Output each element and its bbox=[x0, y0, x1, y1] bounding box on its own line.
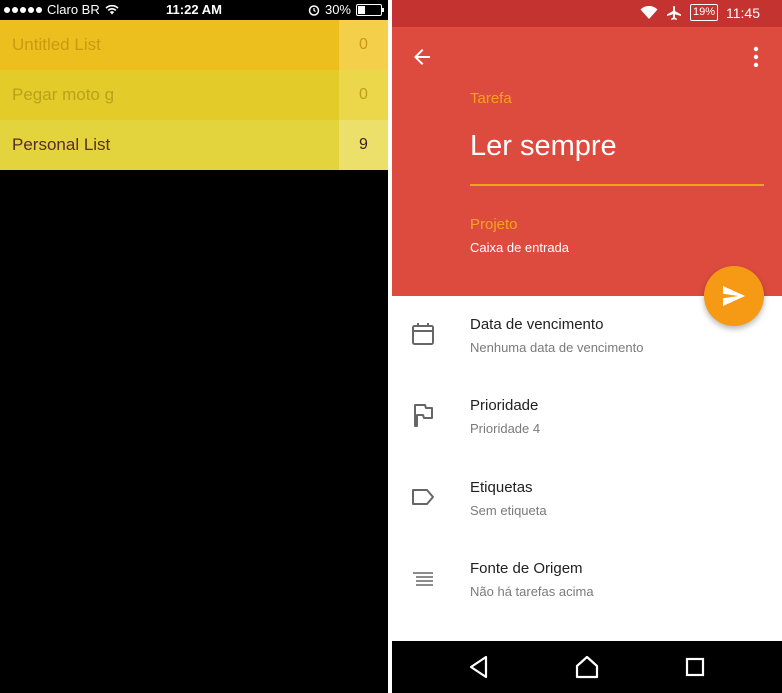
nav-recents-icon[interactable] bbox=[682, 654, 708, 680]
airplane-icon bbox=[666, 5, 681, 20]
item-subtitle: Prioridade 4 bbox=[470, 421, 541, 436]
battery-percent: 30% bbox=[324, 2, 351, 17]
item-subtitle: Não há tarefas acima bbox=[470, 584, 594, 599]
due-date-item[interactable]: Data de vencimento Nenhuma data de venci… bbox=[392, 305, 782, 386]
task-field-label: Tarefa bbox=[470, 90, 512, 107]
label-icon bbox=[412, 489, 434, 505]
back-arrow-icon[interactable] bbox=[410, 45, 434, 69]
indent-lines-icon bbox=[413, 572, 433, 586]
labels-item[interactable]: Etiquetas Sem etiqueta bbox=[392, 468, 782, 549]
list-name: Personal List bbox=[12, 135, 111, 154]
list-name: Pegar moto g bbox=[12, 85, 115, 104]
item-title: Fonte de Origem bbox=[470, 560, 583, 577]
project-field-label: Projeto bbox=[470, 216, 518, 233]
android-clock: 11:45 bbox=[726, 4, 760, 21]
task-header: Tarefa Ler sempre Projeto Caixa de entra… bbox=[392, 27, 782, 296]
list-item[interactable]: Untitled List 0 bbox=[0, 20, 388, 70]
task-title-input[interactable]: Ler sempre bbox=[470, 130, 617, 163]
list-count: 0 bbox=[339, 70, 388, 120]
list-name: Untitled List bbox=[12, 35, 101, 54]
list-item[interactable]: Pegar moto g 0 bbox=[0, 70, 388, 120]
lists-list: Untitled List 0 Pegar moto g 0 Personal … bbox=[0, 20, 388, 170]
ios-status-bar: Claro BR 11:22 AM 30% bbox=[0, 0, 388, 20]
nav-back-icon[interactable] bbox=[466, 654, 492, 680]
battery-icon bbox=[356, 3, 384, 16]
wifi-icon bbox=[640, 5, 658, 19]
android-nav-bar bbox=[392, 641, 782, 693]
calendar-icon bbox=[412, 323, 434, 345]
parent-task-item[interactable]: Fonte de Origem Não há tarefas acima bbox=[392, 549, 782, 630]
android-status-bar: 19% 11:45 bbox=[392, 0, 782, 27]
send-icon bbox=[723, 286, 745, 306]
list-item[interactable]: Personal List 9 bbox=[0, 120, 388, 170]
project-value[interactable]: Caixa de entrada bbox=[470, 240, 569, 255]
item-title: Prioridade bbox=[470, 397, 539, 414]
item-title: Data de vencimento bbox=[470, 316, 604, 333]
list-count: 9 bbox=[339, 120, 388, 170]
battery-percent: 19% bbox=[689, 4, 718, 21]
more-vert-icon[interactable] bbox=[752, 46, 760, 68]
item-subtitle: Sem etiqueta bbox=[470, 503, 547, 518]
android-screen: 19% 11:45 Tarefa Ler sempre Projeto Caix… bbox=[392, 0, 782, 693]
task-title-underline bbox=[470, 184, 764, 186]
priority-item[interactable]: Prioridade Prioridade 4 bbox=[392, 386, 782, 467]
flag-icon bbox=[414, 404, 433, 427]
ios-screen: Claro BR 11:22 AM 30% Untitled List 0 Pe… bbox=[0, 0, 388, 693]
item-subtitle: Nenhuma data de vencimento bbox=[470, 340, 644, 355]
nav-home-icon[interactable] bbox=[574, 654, 600, 680]
list-count: 0 bbox=[339, 20, 388, 70]
item-title: Etiquetas bbox=[470, 479, 533, 496]
alarm-icon bbox=[308, 4, 320, 16]
